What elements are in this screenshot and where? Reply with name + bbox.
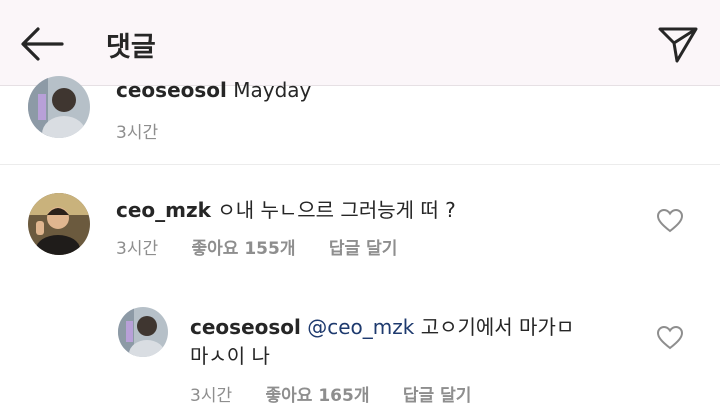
comment-username[interactable]: ceo_mzk — [116, 198, 211, 222]
comment-time: 3시간 — [116, 123, 159, 143]
comment-text-continued: 마ㅅ이 나 — [190, 344, 270, 368]
avatar[interactable] — [28, 193, 90, 255]
comment-time: 3시간 — [116, 239, 159, 259]
page-title: 댓글 — [106, 32, 156, 63]
comment-meta: 3시간 좋아요 155개 답글 달기 — [116, 234, 397, 259]
comment-likes[interactable]: 좋아요 165개 — [266, 386, 370, 406]
comment-body: 고ㅇ기에서 마가ㅁ — [420, 315, 575, 339]
avatar[interactable] — [118, 307, 168, 357]
comment-time: 3시간 — [190, 386, 233, 406]
like-heart-icon[interactable] — [656, 208, 684, 234]
comment-username[interactable]: ceoseosol — [190, 315, 301, 339]
reply-button[interactable]: 답글 달기 — [403, 386, 471, 406]
comment-mention[interactable]: @ceo_mzk — [307, 315, 414, 339]
reply-button[interactable]: 답글 달기 — [329, 239, 397, 259]
comment-meta: 3시간 — [116, 118, 158, 143]
comment-username[interactable]: ceoseosol — [116, 78, 227, 102]
comment-body: Mayday — [233, 78, 312, 102]
comment-body: ㅇ내 누ㄴ으르 그러능게 떠 ? — [217, 198, 456, 222]
comment-text: ceoseosol @ceo_mzk 고ㅇ기에서 마가ㅁ — [190, 311, 574, 340]
avatar[interactable] — [28, 76, 90, 138]
like-heart-icon[interactable] — [656, 325, 684, 351]
comment-text: ceo_mzk ㅇ내 누ㄴ으르 그러능게 떠 ? — [116, 194, 456, 223]
divider — [0, 164, 720, 165]
app-header: 댓글 — [0, 0, 720, 86]
direct-send-icon[interactable] — [656, 22, 700, 66]
comment-likes[interactable]: 좋아요 155개 — [192, 239, 296, 259]
back-arrow-icon[interactable] — [18, 24, 66, 64]
comment-meta: 3시간 좋아요 165개 답글 달기 — [190, 381, 471, 406]
comment-text: ceoseosol Mayday — [116, 78, 311, 102]
